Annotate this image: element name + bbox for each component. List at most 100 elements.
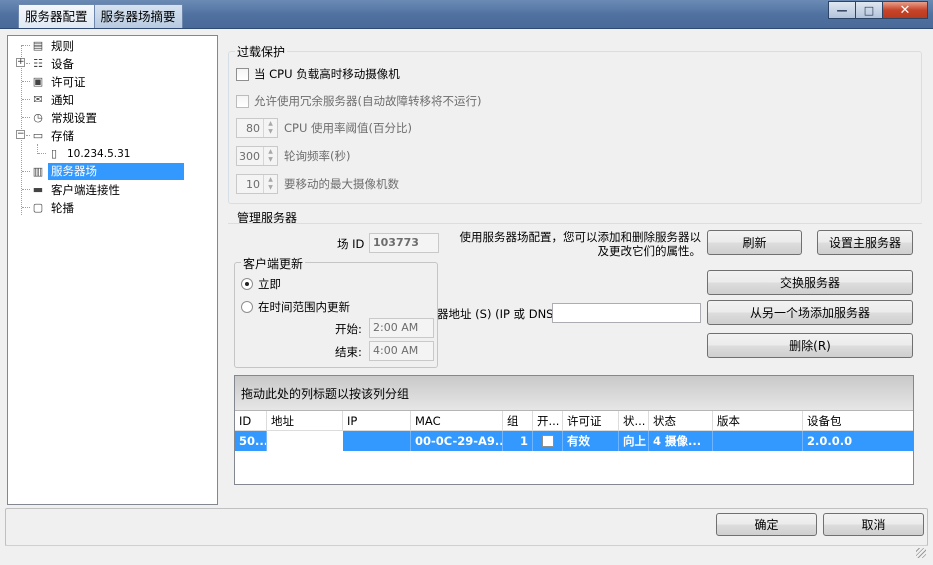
server-grid[interactable]: 拖动此处的列标题以按该列分组 ID 地址 IP MAC 组 开... 许可证 状… bbox=[234, 375, 914, 485]
update-now-label: 立即 bbox=[258, 277, 281, 291]
rules-icon: ▤ bbox=[32, 39, 44, 52]
disk-icon: ▯ bbox=[50, 147, 58, 160]
client-icon: ▬ bbox=[32, 183, 44, 196]
start-time-field: 2:00 AM bbox=[369, 318, 434, 338]
devices-icon: ☷ bbox=[33, 57, 43, 70]
grid-header: ID 地址 IP MAC 组 开... 许可证 状... 状态 版本 设备包 bbox=[235, 411, 913, 431]
tree-item-storage[interactable]: ▭ 存储 bbox=[30, 127, 77, 144]
column-header-status[interactable]: 状态 bbox=[649, 411, 713, 431]
move-cameras-label: 当 CPU 负载高时移动摄像机 bbox=[254, 67, 400, 81]
swap-server-button[interactable]: 交换服务器 bbox=[707, 270, 913, 295]
mail-icon: ✉ bbox=[33, 93, 43, 106]
tree-item-storage-server[interactable]: ▯ 10.234.5.31 bbox=[46, 145, 133, 162]
cell-id: 50... bbox=[235, 431, 267, 451]
max-cameras-spinner: 10 ▲ ▼ bbox=[236, 174, 278, 194]
monitor-icon: ▢ bbox=[32, 201, 44, 214]
set-master-server-button[interactable]: 设置主服务器 bbox=[817, 230, 913, 255]
update-range-option[interactable]: 在时间范围内更新 bbox=[241, 299, 350, 315]
server-address-label: 器地址 (S) (IP 或 DNS) bbox=[437, 307, 558, 321]
server-address-input[interactable] bbox=[552, 303, 701, 323]
column-header-id[interactable]: ID bbox=[235, 411, 267, 431]
cell-state: 向上 bbox=[619, 431, 649, 451]
update-range-radio[interactable] bbox=[241, 301, 253, 313]
column-header-license[interactable]: 许可证 bbox=[563, 411, 619, 431]
column-header-group[interactable]: 组 bbox=[503, 411, 533, 431]
farm-id-label: 场 ID bbox=[337, 237, 365, 251]
delete-server-button[interactable]: 删除(R) bbox=[707, 333, 913, 358]
cpu-threshold-spinner: 80 ▲ ▼ bbox=[236, 118, 278, 138]
tree-item-carousel[interactable]: ▢ 轮播 bbox=[30, 199, 77, 216]
cell-version bbox=[713, 431, 803, 451]
poll-frequency-spinner: 300 ▲ ▼ bbox=[236, 146, 278, 166]
server-farm-icon: ▥ bbox=[32, 165, 44, 178]
tab-farm-summary[interactable]: 服务器场摘要 bbox=[94, 4, 183, 28]
cell-enabled[interactable] bbox=[533, 431, 563, 451]
cell-ip bbox=[343, 431, 411, 451]
farm-id-field: 103773 bbox=[369, 233, 439, 253]
move-cameras-checkbox[interactable] bbox=[236, 67, 249, 81]
max-cameras-row: 10 ▲ ▼ 要移动的最大摄像机数 bbox=[236, 174, 399, 194]
column-header-state[interactable]: 状... bbox=[619, 411, 649, 431]
minimize-button[interactable]: — bbox=[828, 1, 856, 19]
cell-status: 4 摄像... bbox=[649, 431, 713, 451]
column-header-version[interactable]: 版本 bbox=[713, 411, 803, 431]
cell-mac: 00-0C-29-A9... bbox=[411, 431, 503, 451]
storage-icon: ▭ bbox=[32, 129, 44, 142]
client-update-title: 客户端更新 bbox=[241, 255, 306, 272]
farm-description: 使用服务器场配置，您可以添加和删除服务器以 及更改它们的属性。 bbox=[459, 230, 702, 258]
cell-group: 1 bbox=[503, 431, 533, 451]
update-now-option[interactable]: 立即 bbox=[241, 276, 281, 292]
tree-item-devices[interactable]: ☷ 设备 bbox=[30, 55, 77, 72]
cancel-button[interactable]: 取消 bbox=[823, 513, 924, 536]
overload-protection-title: 过载保护 bbox=[235, 43, 288, 60]
enabled-checkbox[interactable] bbox=[541, 434, 554, 447]
poll-frequency-label: 轮询频率(秒) bbox=[284, 149, 351, 163]
ok-button[interactable]: 确定 bbox=[716, 513, 817, 536]
expand-devices-icon[interactable]: + bbox=[16, 58, 25, 67]
license-icon: ▣ bbox=[32, 75, 44, 88]
manage-servers-divider bbox=[228, 223, 922, 224]
refresh-button[interactable]: 刷新 bbox=[707, 230, 802, 255]
cell-package: 2.0.0.0 bbox=[807, 434, 853, 448]
tab-strip: 服务器配置 服务器场摘要 bbox=[18, 4, 183, 28]
add-from-farm-button[interactable]: 从另一个场添加服务器 bbox=[707, 300, 913, 325]
cell-license: 有效 bbox=[563, 431, 619, 451]
cell-address[interactable] bbox=[267, 431, 343, 451]
tree-item-rules[interactable]: ▤ 规则 bbox=[30, 37, 77, 54]
tree-item-client-connectivity[interactable]: ▬ 客户端连接性 bbox=[30, 181, 123, 198]
column-header-enabled[interactable]: 开... bbox=[533, 411, 563, 431]
allow-redundant-option: 允许使用冗余服务器(自动故障转移将不运行) bbox=[236, 93, 481, 109]
column-header-address[interactable]: 地址 bbox=[267, 411, 343, 431]
navigation-tree[interactable]: + − ▤ 规则 ☷ 设备 ▣ 许可证 ✉ 通知 ◷ 常规设置 ▭ 存储 ▯ 10.234.5… bbox=[7, 35, 218, 505]
tree-item-server-farm[interactable]: ▥ 服务器场 bbox=[30, 163, 184, 180]
end-time-label: 结束: bbox=[335, 345, 362, 359]
tree-item-general-settings[interactable]: ◷ 常规设置 bbox=[30, 109, 100, 126]
settings-icon: ◷ bbox=[33, 111, 43, 124]
max-cameras-label: 要移动的最大摄像机数 bbox=[284, 177, 399, 191]
window-controls: — □ ✕ bbox=[828, 1, 928, 19]
tab-server-config[interactable]: 服务器配置 bbox=[18, 4, 95, 28]
resize-grip-icon[interactable] bbox=[916, 548, 926, 558]
column-header-ip[interactable]: IP bbox=[343, 411, 411, 431]
group-by-hint: 拖动此处的列标题以按该列分组 bbox=[235, 376, 913, 411]
close-button[interactable]: ✕ bbox=[882, 1, 928, 19]
collapse-storage-icon[interactable]: − bbox=[16, 130, 25, 139]
start-time-label: 开始: bbox=[335, 322, 362, 336]
update-range-label: 在时间范围内更新 bbox=[258, 300, 350, 314]
tree-item-notifications[interactable]: ✉ 通知 bbox=[30, 91, 77, 108]
title-bar: 服务器配置 服务器场摘要 — □ ✕ bbox=[0, 0, 933, 29]
status-bar bbox=[5, 545, 928, 560]
column-header-package[interactable]: 设备包 bbox=[803, 411, 913, 431]
maximize-button[interactable]: □ bbox=[855, 1, 883, 19]
end-time-field: 4:00 AM bbox=[369, 341, 434, 361]
tree-item-license[interactable]: ▣ 许可证 bbox=[30, 73, 89, 90]
move-cameras-option[interactable]: 当 CPU 负载高时移动摄像机 bbox=[236, 66, 400, 82]
allow-redundant-label: 允许使用冗余服务器(自动故障转移将不运行) bbox=[254, 94, 482, 108]
update-now-radio[interactable] bbox=[241, 278, 253, 290]
column-header-mac[interactable]: MAC bbox=[411, 411, 503, 431]
table-row[interactable]: 50... 00-0C-29-A9... 1 有效 向上 4 摄像... 2.0… bbox=[235, 431, 913, 451]
poll-frequency-row: 300 ▲ ▼ 轮询频率(秒) bbox=[236, 146, 350, 166]
cpu-threshold-row: 80 ▲ ▼ CPU 使用率阈值(百分比) bbox=[236, 118, 412, 138]
allow-redundant-checkbox bbox=[236, 94, 249, 108]
cpu-threshold-label: CPU 使用率阈值(百分比) bbox=[284, 121, 413, 135]
